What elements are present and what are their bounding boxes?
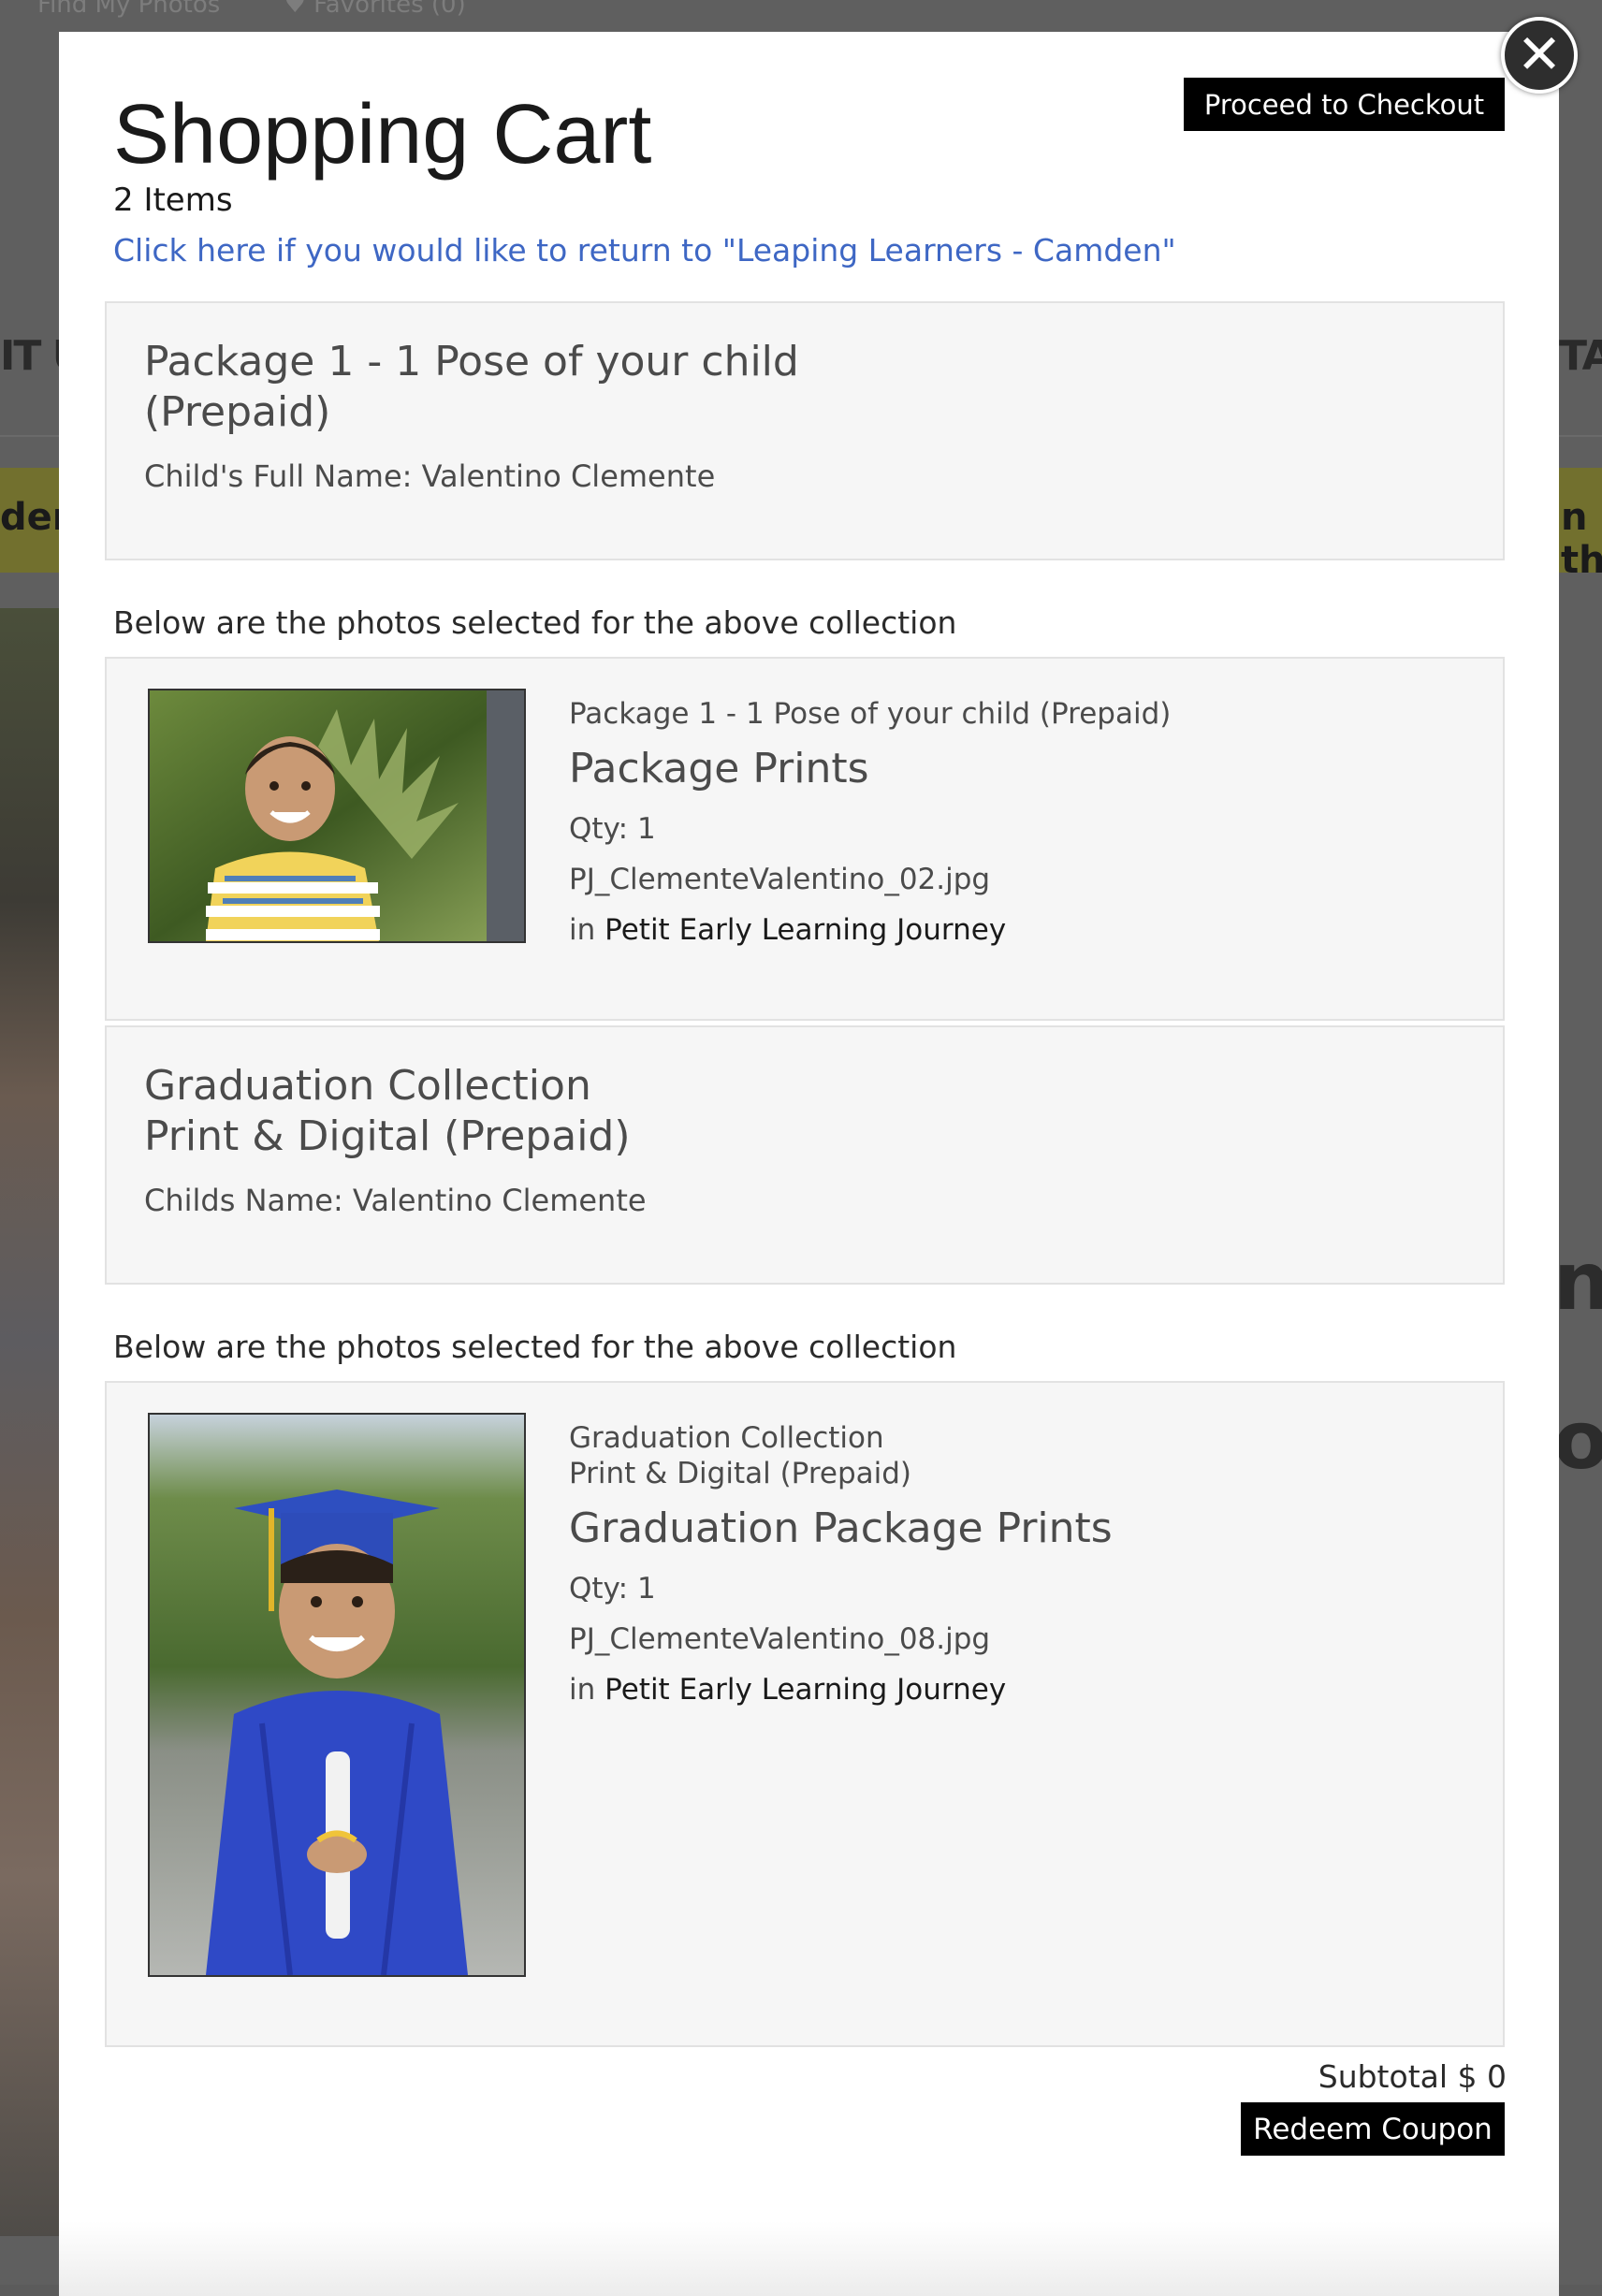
item-count: 2 Items (113, 182, 233, 219)
child-name-field: Childs Name: Valentino Clemente (144, 1183, 647, 1218)
collection-title: Package 1 - 1 Pose of your child (Prepai… (144, 338, 799, 436)
quantity-text: Qty: 1 (569, 1572, 656, 1606)
album-name: Petit Early Learning Journey (604, 913, 1007, 947)
collection-panel: Graduation Collection Print & Digital (P… (105, 1025, 1505, 1285)
collection-panel: Package 1 - 1 Pose of your child (Prepai… (105, 301, 1505, 560)
background-photo-strip (0, 608, 60, 2236)
background-menu-fragment-right: TAC (1559, 332, 1602, 380)
album-prefix: in (569, 913, 596, 947)
photo-panel: Graduation Collection Print & Digital (P… (105, 1381, 1505, 2047)
photo-filename: PJ_ClementeValentino_02.jpg (569, 863, 991, 896)
photo-panel: Package 1 - 1 Pose of your child (Prepai… (105, 657, 1505, 1021)
photo-thumbnail[interactable] (148, 689, 526, 943)
modal-bottom-edge (59, 2221, 1559, 2296)
photo-collection-name: Graduation Collection Print & Digital (P… (569, 1421, 912, 1490)
background-banner-fragment-right: n th (1561, 496, 1602, 582)
background-nav-find-photos: Find My Photos (37, 0, 221, 19)
quantity-text: Qty: 1 (569, 812, 656, 846)
background-heading-fragment: o (1553, 1394, 1602, 1488)
section-note: Below are the photos selected for the ab… (113, 1329, 957, 1365)
photo-filename: PJ_ClementeValentino_08.jpg (569, 1622, 991, 1656)
shopping-cart-modal: Shopping Cart 2 Items Click here if you … (59, 32, 1559, 2296)
background-nav-favorites: ♥ Favorites (0) (284, 0, 466, 19)
photo-thumbnail[interactable] (148, 1413, 526, 1977)
redeem-coupon-button[interactable]: Redeem Coupon (1241, 2102, 1505, 2156)
photo-collection-name: Package 1 - 1 Pose of your child (Prepai… (569, 697, 1172, 731)
album-line: in Petit Early Learning Journey (569, 1673, 1006, 1707)
product-name: Package Prints (569, 745, 869, 792)
product-name: Graduation Package Prints (569, 1504, 1113, 1552)
return-to-gallery-link[interactable]: Click here if you would like to return t… (113, 232, 1176, 269)
child-name-field: Child's Full Name: Valentino Clemente (144, 458, 716, 494)
close-icon[interactable]: ✕ (1501, 17, 1578, 94)
album-prefix: in (569, 1673, 596, 1707)
collection-title: Graduation Collection Print & Digital (P… (144, 1062, 631, 1160)
proceed-to-checkout-button[interactable]: Proceed to Checkout (1184, 78, 1505, 131)
background-top-nav: Find My Photos ♥ Favorites (0) (37, 0, 522, 19)
subtotal: Subtotal $ 0 (1318, 2058, 1507, 2095)
album-name: Petit Early Learning Journey (604, 1673, 1007, 1707)
section-note: Below are the photos selected for the ab… (113, 604, 957, 641)
album-line: in Petit Early Learning Journey (569, 913, 1006, 947)
page-title: Shopping Cart (113, 88, 652, 182)
background-heading-fragment: nc (1553, 1235, 1602, 1329)
